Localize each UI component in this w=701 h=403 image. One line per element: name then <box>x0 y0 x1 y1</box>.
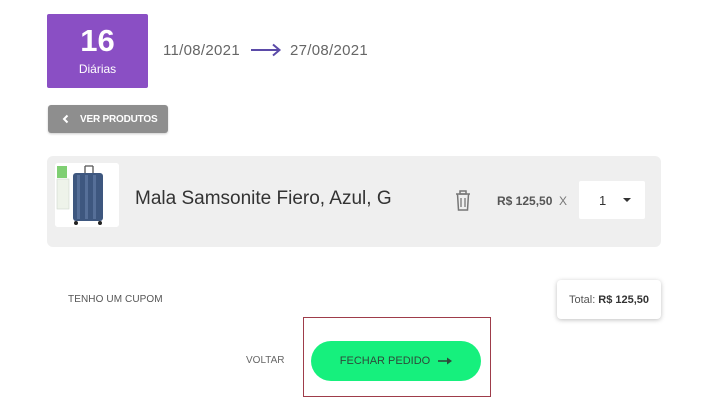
cart-item: Mala Samsonite Fiero, Azul, G R$ 125,50 … <box>47 156 661 247</box>
total-box: Total: R$ 125,50 <box>557 280 661 319</box>
product-name: Mala Samsonite Fiero, Azul, G <box>135 188 392 209</box>
checkout-label: FECHAR PEDIDO <box>339 355 431 367</box>
total-label: Total: <box>568 293 596 306</box>
total-value: R$ 125,50 <box>598 293 650 306</box>
coupon-link[interactable]: TENHO UM CUPOM <box>68 294 163 305</box>
product-image <box>55 163 119 227</box>
item-price: R$ 125,50 <box>497 194 553 208</box>
multiply-sign: X <box>559 194 568 208</box>
end-date: 27/08/2021 <box>289 41 369 59</box>
quantity-value: 1 <box>599 192 607 208</box>
days-count: 16 <box>80 22 115 58</box>
days-badge: 16 Diárias <box>47 14 148 88</box>
trash-icon[interactable] <box>453 189 473 213</box>
start-date: 11/08/2021 <box>163 41 240 59</box>
date-range: 11/08/2021 27/08/2021 <box>163 39 368 61</box>
days-label: Diárias <box>78 61 117 76</box>
view-products-button[interactable]: VER PRODUTOS <box>48 105 168 133</box>
chevron-left-icon <box>62 114 69 124</box>
quantity-select[interactable]: 1 <box>579 181 645 219</box>
back-link[interactable]: VOLTAR <box>246 355 285 366</box>
caret-down-icon <box>623 198 631 202</box>
suitcase-image <box>55 163 119 227</box>
view-products-label: VER PRODUTOS <box>80 113 158 125</box>
arrow-right-icon <box>438 357 453 365</box>
checkout-button[interactable]: FECHAR PEDIDO <box>311 341 481 381</box>
arrow-right-icon <box>250 43 282 57</box>
